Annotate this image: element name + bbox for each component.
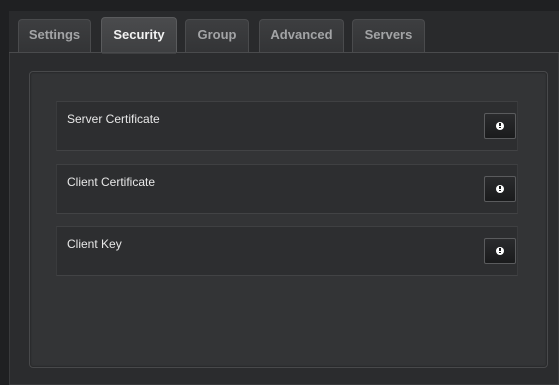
tab-settings[interactable]: Settings: [18, 19, 91, 53]
client-certificate-info-button[interactable]: [484, 176, 516, 202]
client-key-label: Client Key: [67, 237, 122, 251]
tab-group-label: Group: [197, 27, 237, 42]
client-certificate-row: Client Certificate: [56, 164, 518, 214]
server-certificate-info-button[interactable]: [484, 113, 516, 139]
client-key-row: Client Key: [56, 226, 518, 276]
tab-divider: [9, 52, 559, 53]
info-icon: [496, 247, 504, 255]
tab-servers-label: Servers: [364, 27, 413, 42]
client-certificate-label: Client Certificate: [67, 175, 156, 189]
tab-settings-label: Settings: [28, 27, 81, 42]
client-key-info-button[interactable]: [484, 238, 516, 264]
tab-group[interactable]: Group: [185, 19, 249, 53]
tab-advanced[interactable]: Advanced: [259, 19, 344, 53]
info-icon: [496, 185, 504, 193]
server-certificate-row: Server Certificate: [56, 101, 518, 151]
server-certificate-label: Server Certificate: [67, 112, 160, 126]
tab-servers[interactable]: Servers: [352, 19, 425, 53]
tab-security[interactable]: Security: [101, 17, 177, 54]
tab-advanced-label: Advanced: [270, 27, 333, 42]
info-icon: [496, 122, 504, 130]
tab-security-label: Security: [113, 27, 165, 42]
